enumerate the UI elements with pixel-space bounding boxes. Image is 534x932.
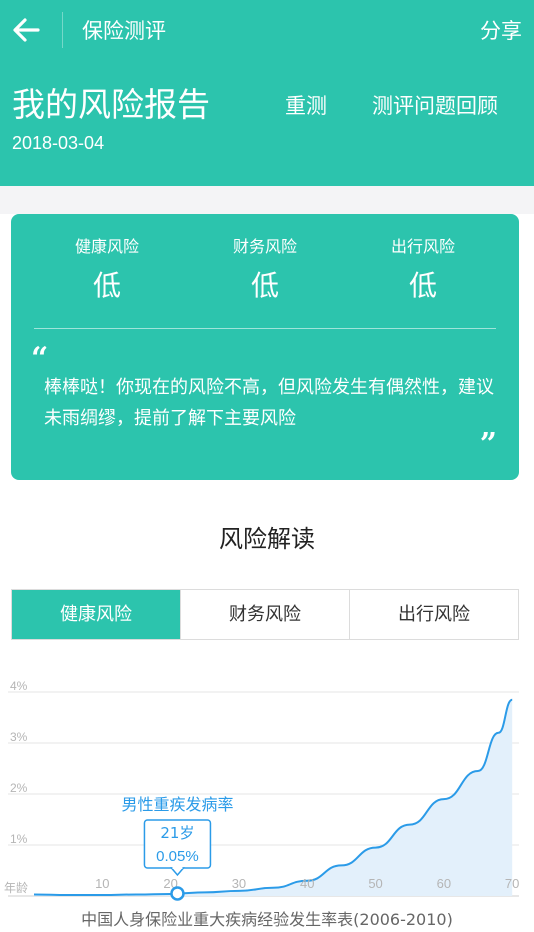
risk-level: 低 bbox=[92, 269, 121, 302]
advice-text: 棒棒哒！你现在的风险不高，但风险发生有偶然性，建议未雨绸缪，提前了解下主要风险 bbox=[44, 377, 494, 429]
risk-tabs: 健康风险 财务风险 出行风险 bbox=[11, 589, 519, 640]
close-quote-icon: ” bbox=[479, 427, 497, 462]
x-tick-label: 40 bbox=[300, 876, 314, 891]
callout-pointer bbox=[169, 867, 186, 877]
tab-travel-risk[interactable]: 出行风险 bbox=[349, 590, 518, 639]
risk-name: 出行风险 bbox=[390, 237, 455, 256]
y-tick-label: 4% bbox=[10, 679, 28, 693]
highlight-point bbox=[170, 886, 185, 901]
risk-name: 财务风险 bbox=[232, 237, 297, 256]
nav-title: 保险测评 bbox=[82, 19, 166, 43]
risk-item-travel: 出行风险 低 bbox=[353, 236, 493, 306]
highlight-value-label: 0.05% bbox=[156, 848, 199, 865]
risk-item-health: 健康风险 低 bbox=[37, 236, 177, 306]
report-date: 2018-03-04 bbox=[12, 133, 105, 153]
card-divider bbox=[34, 328, 496, 329]
risk-summary-card: 健康风险 低 财务风险 低 出行风险 低 “ 棒棒哒！你现在的风险不高，但风险发… bbox=[11, 214, 519, 480]
x-tick-label: 70 bbox=[505, 876, 519, 891]
report-header: 保险测评 分享 我的风险报告 2018-03-04 重测 测评问题回顾 bbox=[0, 0, 534, 186]
risk-name: 健康风险 bbox=[74, 237, 139, 256]
x-tick-label: 30 bbox=[232, 876, 246, 891]
back-arrow-icon[interactable] bbox=[10, 14, 42, 46]
x-axis-label: 年龄 bbox=[4, 881, 28, 895]
open-quote-icon: “ bbox=[31, 341, 49, 376]
risk-level: 低 bbox=[408, 269, 437, 302]
share-button[interactable]: 分享 bbox=[480, 17, 522, 45]
retest-button[interactable]: 重测 bbox=[285, 92, 327, 120]
nav-divider bbox=[62, 12, 63, 48]
risk-level: 低 bbox=[250, 269, 279, 302]
series-area bbox=[34, 699, 513, 896]
risk-item-finance: 财务风险 低 bbox=[195, 236, 335, 306]
tab-health-risk[interactable]: 健康风险 bbox=[12, 590, 180, 639]
x-tick-label: 60 bbox=[437, 876, 451, 891]
x-tick-label: 10 bbox=[95, 876, 109, 891]
y-tick-label: 2% bbox=[10, 781, 28, 795]
section-title: 风险解读 bbox=[219, 525, 315, 553]
y-tick-label: 3% bbox=[10, 730, 28, 744]
tab-finance-risk[interactable]: 财务风险 bbox=[180, 590, 349, 639]
question-review-button[interactable]: 测评问题回顾 bbox=[372, 92, 498, 120]
navbar: 保险测评 分享 bbox=[0, 0, 534, 62]
section-gap bbox=[0, 186, 534, 214]
x-tick-label: 50 bbox=[368, 876, 382, 891]
incidence-chart: 1%2%3%4%年龄 10 20 30 40 50 60 70男性重疾发病率21岁0.05% bbox=[4, 679, 519, 901]
report-title: 我的风险报告 bbox=[12, 85, 210, 124]
source-note: 中国人身保险业重大疾病经验发生率表(2006-2010) bbox=[81, 910, 453, 929]
series-name-label: 男性重疾发病率 bbox=[121, 795, 233, 814]
y-tick-label: 1% bbox=[10, 832, 28, 846]
highlight-age-label: 21岁 bbox=[160, 824, 194, 842]
